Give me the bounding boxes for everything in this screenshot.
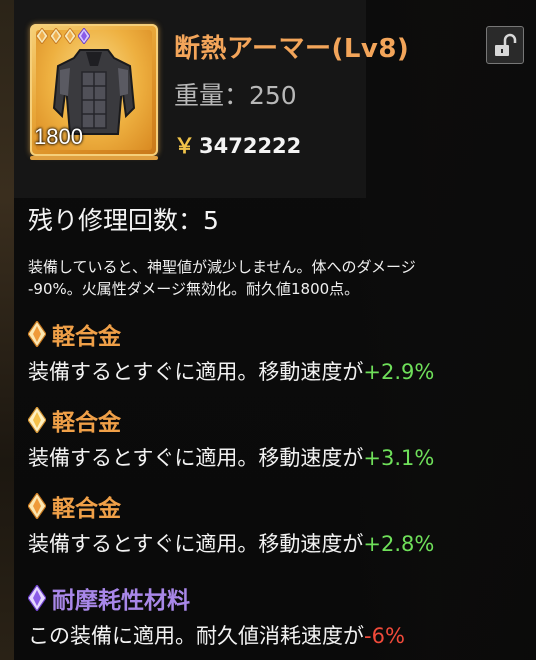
item-description: 装備していると、神聖値が減少しません。体へのダメージ -90%。火属性ダメージ無… (28, 256, 524, 300)
item-weight: 重量：250 (174, 81, 297, 110)
orange-gem-icon (28, 407, 46, 433)
background-edge (0, 0, 14, 660)
mod-name: 軽合金 (52, 324, 121, 350)
item-title: 断熱アーマー(Lv8) (174, 34, 410, 64)
mod-entry: 耐摩耗性材料 この装備に適用。耐久値消耗速度が-6% (28, 582, 528, 650)
mod-effect-value: -6% (364, 624, 405, 648)
orange-gem-icon (50, 28, 62, 44)
description-line: 装備していると、神聖値が減少しません。体へのダメージ (28, 258, 416, 276)
unlocked-padlock-icon (495, 33, 517, 56)
mod-effect: 装備するとすぐに適用。移動速度が+2.8% (28, 532, 435, 556)
repairs-remaining: 残り修理回数：5 (28, 206, 219, 235)
description-line: -90%。火属性ダメージ無効化。耐久値1800点。 (28, 280, 360, 298)
mod-name: 耐摩耗性材料 (52, 588, 190, 614)
mod-effect: 装備するとすぐに適用。移動速度が+3.1% (28, 446, 435, 470)
orange-gem-icon (64, 28, 76, 44)
mod-effect: この装備に適用。耐久値消耗速度が-6% (28, 624, 405, 648)
item-icon-value: 1800 (34, 124, 83, 149)
mod-entry: 軽合金 装備するとすぐに適用。移動速度が+3.1% (28, 404, 528, 472)
mod-entry: 軽合金 装備するとすぐに適用。移動速度が+2.9% (28, 318, 528, 386)
mod-effect: 装備するとすぐに適用。移動速度が+2.9% (28, 360, 435, 384)
mod-name: 軽合金 (52, 496, 121, 522)
mod-name: 軽合金 (52, 410, 121, 436)
purple-gem-icon (78, 28, 90, 44)
rarity-gems (36, 28, 90, 44)
orange-gem-icon (28, 493, 46, 519)
mod-effect-value: +3.1% (363, 446, 435, 470)
lock-toggle-button[interactable] (486, 26, 524, 64)
item-card-bar (30, 156, 158, 160)
mod-effect-value: +2.8% (363, 532, 435, 556)
mod-entry: 軽合金 装備するとすぐに適用。移動速度が+2.8% (28, 490, 528, 558)
orange-gem-icon (28, 321, 46, 347)
yen-symbol: ￥ (174, 134, 195, 158)
purple-gem-icon (28, 585, 46, 611)
orange-gem-icon (36, 28, 48, 44)
price-value: 3472222 (199, 134, 302, 158)
mod-effect-value: +2.9% (363, 360, 435, 384)
item-icon-card: 1800 (30, 24, 158, 156)
item-price: ￥ 3472222 (174, 130, 301, 160)
